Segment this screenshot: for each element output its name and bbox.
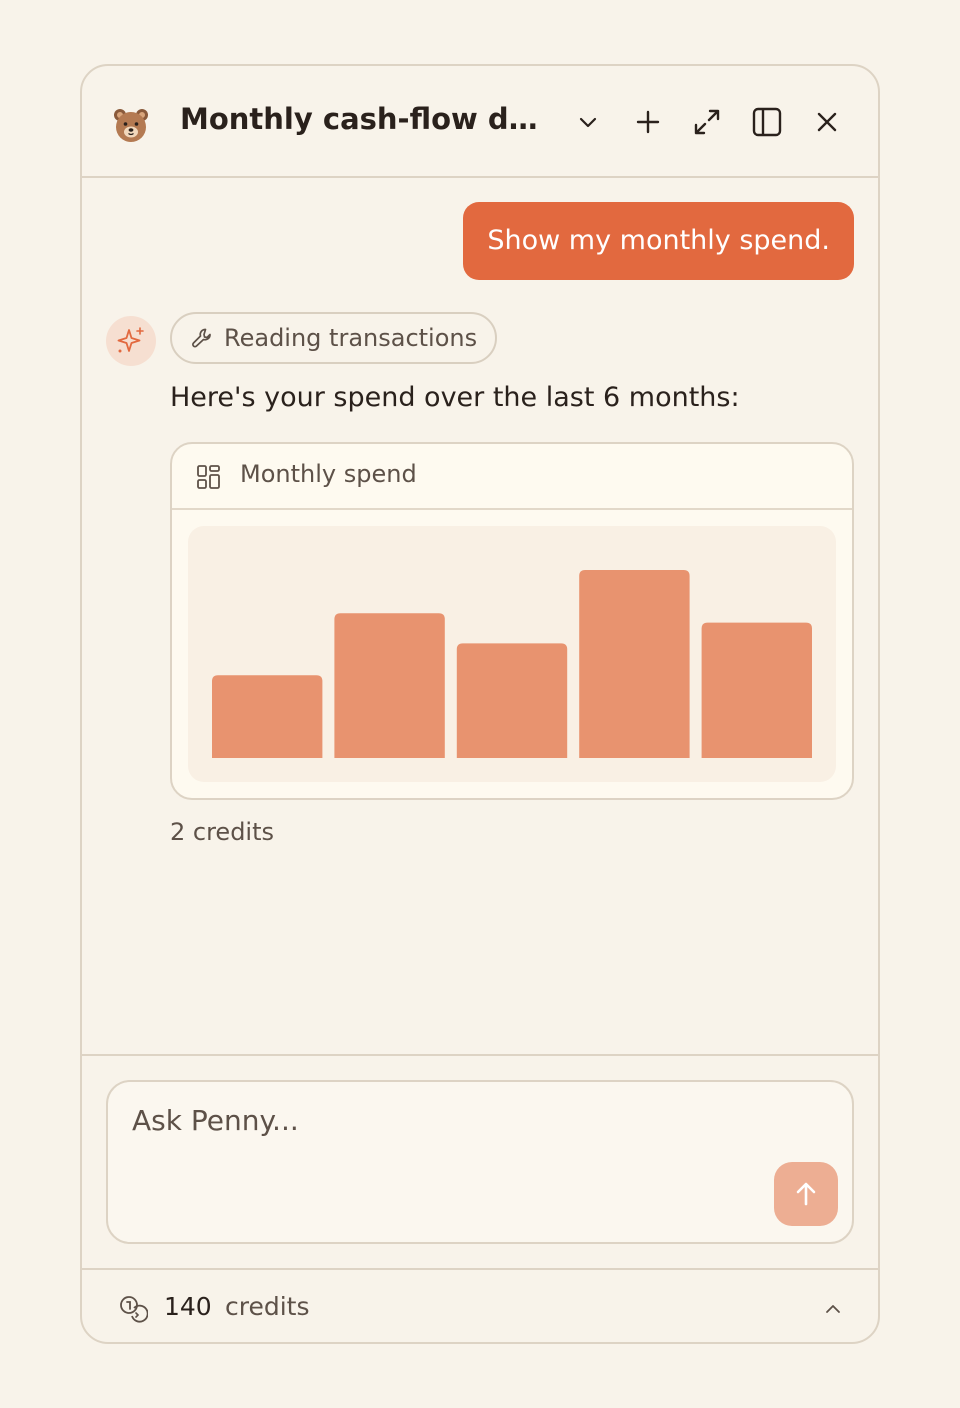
wrench-icon [192, 328, 211, 348]
sidebar-toggle-button[interactable] [749, 104, 785, 140]
coins-icon [120, 1296, 148, 1323]
tool-status-chip[interactable]: Reading transactions [170, 312, 498, 364]
assistant-avatar [106, 316, 156, 366]
arrow-up-icon [796, 1182, 816, 1206]
expand-button[interactable] [689, 104, 725, 140]
expand-icon [694, 109, 720, 135]
title-dropdown-button[interactable] [570, 104, 606, 140]
bar-chart [212, 570, 812, 758]
bar-5 [701, 622, 812, 758]
bar-2 [334, 613, 445, 758]
credit-count: 140 [164, 1292, 212, 1321]
panel-header: Monthly cash-flow da… [82, 66, 878, 178]
credits-footer: 140 credits [82, 1268, 878, 1342]
composer [106, 1080, 854, 1244]
conversation-title: Monthly cash-flow da… [180, 102, 550, 136]
sidebar-icon [752, 107, 782, 137]
plus-icon [636, 110, 660, 134]
new-chat-button[interactable] [630, 104, 666, 140]
send-button[interactable] [774, 1162, 838, 1226]
assistant-message-text: Here's your spend over the last 6 months… [170, 382, 740, 413]
chevron-down-icon [579, 117, 597, 128]
chart-card-title: Monthly spend [240, 460, 417, 488]
dashboard-icon [197, 465, 220, 489]
user-message-bubble: Show my monthly spend. [463, 202, 854, 280]
chart-card[interactable]: Monthly spend [170, 442, 854, 800]
bear-avatar-icon [114, 109, 148, 142]
tool-chip-label: Reading transactions [224, 324, 478, 352]
message-input[interactable] [108, 1082, 852, 1242]
sparkle-icon [117, 327, 144, 353]
chart-card-header: Monthly spend [172, 444, 852, 510]
message-credits: 2 credits [170, 818, 275, 846]
close-icon [817, 112, 837, 132]
close-button[interactable] [809, 104, 845, 140]
composer-divider [82, 1054, 878, 1056]
chart-area [188, 526, 836, 782]
bar-3 [456, 643, 568, 758]
credit-label: credits [225, 1292, 310, 1321]
assistant-panel: Monthly cash-flow da… Show my monthly sp… [80, 64, 880, 1344]
bar-1 [212, 675, 323, 758]
chevron-up-icon[interactable] [818, 1294, 848, 1324]
bar-4 [579, 570, 690, 758]
